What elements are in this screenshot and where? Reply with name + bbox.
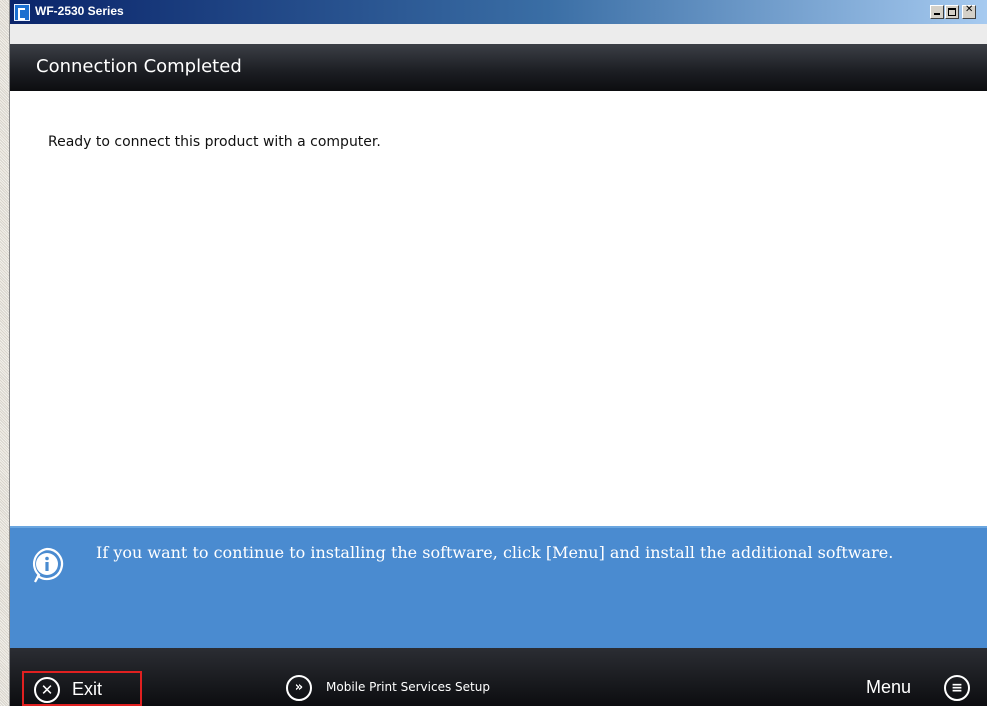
- exit-button[interactable]: ✕ Exit: [22, 671, 142, 706]
- window-title: WF-2530 Series: [35, 4, 124, 18]
- close-circle-icon: ✕: [34, 677, 60, 703]
- menu-label: Menu: [866, 677, 912, 697]
- header-spacer: [10, 24, 987, 44]
- info-bar: If you want to continue to installing th…: [10, 526, 987, 648]
- footer-bar: ✕ Exit » Mobile Print Services Setup Men…: [10, 648, 987, 706]
- hamburger-menu-icon: ≡: [944, 675, 970, 701]
- background-window-edge: [0, 0, 10, 706]
- app-icon: [14, 4, 30, 21]
- minimize-button[interactable]: [930, 5, 944, 19]
- installer-window: WF-2530 Series Connection Completed Read…: [10, 0, 987, 706]
- title-bar[interactable]: WF-2530 Series: [10, 0, 987, 24]
- mobile-print-setup-label: Mobile Print Services Setup: [326, 680, 490, 694]
- page-title: Connection Completed: [36, 56, 242, 77]
- maximize-button[interactable]: [945, 5, 959, 19]
- mobile-print-setup-button[interactable]: » Mobile Print Services Setup: [286, 671, 546, 706]
- close-window-button[interactable]: [962, 4, 976, 19]
- info-icon: [32, 547, 64, 583]
- double-chevron-icon: »: [286, 675, 312, 701]
- menu-button[interactable]: Menu ≡: [860, 671, 980, 706]
- page-header: Connection Completed: [10, 44, 987, 91]
- info-text: If you want to continue to installing th…: [96, 543, 894, 562]
- exit-label: Exit: [72, 679, 103, 699]
- status-message: Ready to connect this product with a com…: [48, 134, 381, 150]
